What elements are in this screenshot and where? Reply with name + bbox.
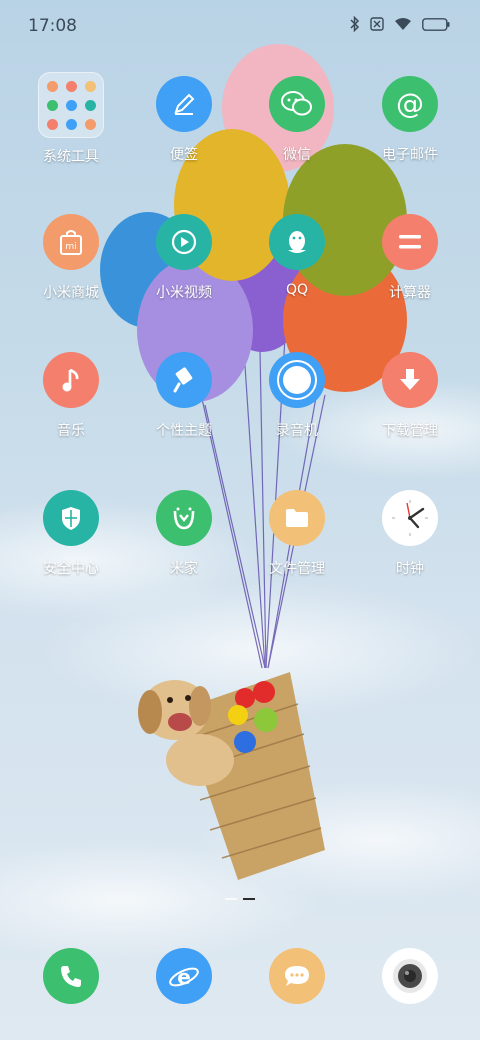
app-label: 微信 xyxy=(283,147,311,163)
app-label: 小米商城 xyxy=(43,285,99,301)
music-note-icon xyxy=(43,352,99,408)
record-icon xyxy=(269,352,325,408)
phone-icon xyxy=(61,966,81,987)
app-system-tools-folder[interactable]: 系统工具 xyxy=(16,72,126,166)
app-email[interactable]: @ 电子邮件 xyxy=(355,76,465,164)
app-mi-store[interactable]: mi 小米商城 xyxy=(16,214,126,302)
app-label: 录音机 xyxy=(276,423,318,439)
page-dot[interactable] xyxy=(225,898,237,900)
pencil-icon xyxy=(156,76,212,132)
app-qq[interactable]: QQ xyxy=(242,214,352,298)
at-sign-icon: @ xyxy=(382,76,438,132)
dock-messages-button[interactable] xyxy=(269,948,325,1004)
play-icon xyxy=(156,214,212,270)
dock-phone-button[interactable] xyxy=(43,948,99,1004)
app-label: QQ xyxy=(285,282,309,298)
paintbrush-icon xyxy=(156,352,212,408)
app-security-center[interactable]: 安全中心 xyxy=(16,490,126,578)
penguin-icon xyxy=(269,214,325,270)
app-label: 个性主题 xyxy=(156,423,212,439)
message-icon xyxy=(285,966,309,986)
dock-browser-button[interactable]: e xyxy=(156,948,212,1004)
camera-icon xyxy=(393,959,427,993)
page-dot-active[interactable] xyxy=(243,898,255,900)
status-time: 17:08 xyxy=(28,16,77,36)
wifi-icon xyxy=(395,18,411,30)
shield-icon xyxy=(43,490,99,546)
bluetooth-icon xyxy=(350,16,360,32)
app-file-manager[interactable]: 文件管理 xyxy=(242,490,352,578)
app-label: 系统工具 xyxy=(43,149,99,165)
app-label: 下载管理 xyxy=(382,423,438,439)
app-recorder[interactable]: 录音机 xyxy=(242,352,352,440)
app-notes[interactable]: 便签 xyxy=(129,76,239,164)
app-wechat[interactable]: 微信 xyxy=(242,76,352,164)
app-music[interactable]: 音乐 xyxy=(16,352,126,440)
svg-text:mi: mi xyxy=(65,242,76,252)
browser-icon: e xyxy=(169,965,199,989)
wechat-icon xyxy=(269,76,325,132)
battery-icon xyxy=(422,17,450,31)
status-bar: 17:08 xyxy=(0,0,480,52)
mijia-icon xyxy=(156,490,212,546)
app-clock[interactable]: 时钟 xyxy=(355,490,465,578)
app-downloads[interactable]: 下载管理 xyxy=(355,352,465,440)
dock-camera-button[interactable] xyxy=(382,948,438,1004)
page-indicator xyxy=(0,898,480,900)
svg-text:e: e xyxy=(177,965,191,989)
app-label: 米家 xyxy=(170,561,198,577)
app-label: 便签 xyxy=(170,147,198,163)
app-label: 音乐 xyxy=(57,423,85,439)
app-calculator[interactable]: 计算器 xyxy=(355,214,465,302)
equals-icon xyxy=(382,214,438,270)
download-icon xyxy=(382,352,438,408)
no-sim-icon xyxy=(370,17,384,31)
app-label: 电子邮件 xyxy=(382,147,438,163)
app-mi-video[interactable]: 小米视频 xyxy=(129,214,239,302)
app-label: 计算器 xyxy=(389,285,431,301)
mi-bag-icon: mi xyxy=(43,214,99,270)
app-themes[interactable]: 个性主题 xyxy=(129,352,239,440)
app-label: 文件管理 xyxy=(269,561,325,577)
file-folder-icon xyxy=(269,490,325,546)
app-label: 安全中心 xyxy=(43,561,99,577)
app-label: 小米视频 xyxy=(156,285,212,301)
app-label: 时钟 xyxy=(396,561,424,577)
folder-icon xyxy=(38,72,104,138)
app-mijia[interactable]: 米家 xyxy=(129,490,239,578)
clock-icon xyxy=(382,490,438,546)
